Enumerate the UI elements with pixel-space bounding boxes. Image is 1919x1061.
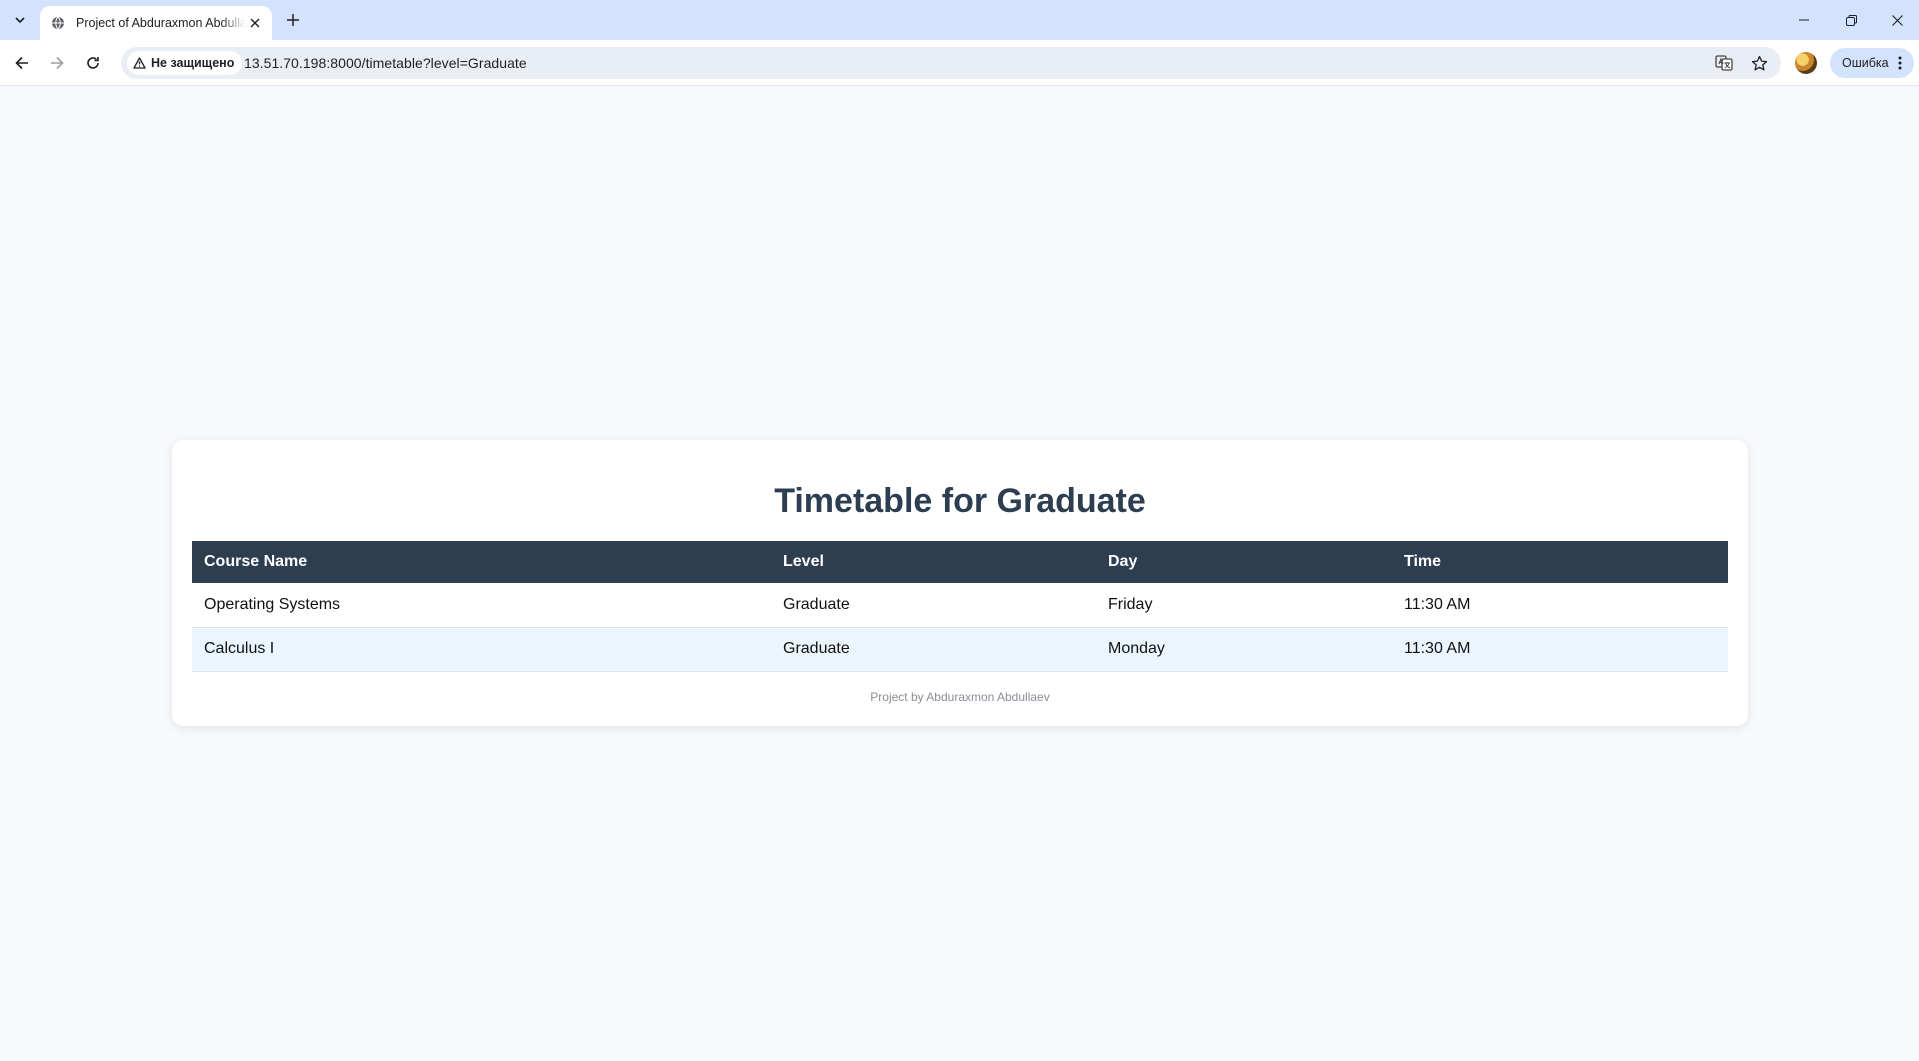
header-course-name: Course Name	[192, 541, 771, 583]
footer-credit: Project by Abduraxmon Abdullaev	[870, 690, 1050, 704]
plus-icon	[287, 14, 299, 26]
forward-button[interactable]	[43, 49, 71, 77]
extension-avatar[interactable]	[1795, 52, 1817, 74]
profile-label: Ошибка	[1842, 56, 1889, 70]
table-row: Calculus I Graduate Monday 11:30 AM	[192, 627, 1728, 672]
security-label: Не защищено	[151, 56, 235, 70]
kebab-menu-icon[interactable]	[1892, 55, 1908, 71]
profile-button[interactable]: Ошибка	[1830, 48, 1914, 78]
tab-search-button[interactable]	[6, 8, 34, 32]
translate-icon[interactable]	[1713, 52, 1735, 74]
window-close-button[interactable]	[1880, 6, 1914, 34]
restore-button[interactable]	[1834, 6, 1868, 34]
tab-title: Project of Abduraxmon Abdullaev	[76, 16, 246, 30]
timetable-table: Course Name Level Day Time Operating Sys…	[192, 541, 1728, 672]
cell-day: Monday	[1096, 627, 1392, 672]
page-title: Timetable for Graduate	[774, 482, 1146, 520]
timetable-card: Timetable for Graduate Course Name Level…	[172, 440, 1748, 726]
star-icon[interactable]	[1748, 52, 1770, 74]
table-header-row: Course Name Level Day Time	[192, 541, 1728, 583]
tab-search-icon	[15, 17, 25, 24]
cell-course-name: Operating Systems	[192, 583, 771, 628]
url-text[interactable]: 13.51.70.198:8000/timetable?level=Gradua…	[244, 55, 527, 71]
browser-toolbar: Не защищено 13.51.70.198:8000/timetable?…	[0, 40, 1919, 86]
window-close-icon	[1891, 14, 1903, 26]
address-bar[interactable]: Не защищено 13.51.70.198:8000/timetable?…	[121, 47, 1781, 79]
header-day: Day	[1096, 541, 1392, 583]
cell-time: 11:30 AM	[1392, 583, 1728, 628]
warning-triangle-icon	[133, 57, 146, 69]
reload-icon	[87, 57, 99, 69]
back-button[interactable]	[8, 49, 36, 77]
close-icon[interactable]	[246, 14, 264, 32]
cell-level: Graduate	[771, 583, 1096, 628]
cell-course-name: Calculus I	[192, 627, 771, 672]
header-time: Time	[1392, 541, 1728, 583]
cell-day: Friday	[1096, 583, 1392, 628]
reload-button[interactable]	[79, 49, 107, 77]
restore-icon	[1845, 14, 1857, 26]
security-chip[interactable]: Не защищено	[127, 51, 243, 75]
cell-level: Graduate	[771, 627, 1096, 672]
globe-icon	[50, 15, 66, 31]
minimize-button[interactable]	[1787, 6, 1821, 34]
browser-tab-active[interactable]: Project of Abduraxmon Abdullaev	[40, 6, 272, 40]
header-level: Level	[771, 541, 1096, 583]
forward-arrow-icon	[51, 56, 64, 70]
back-arrow-icon	[15, 56, 28, 70]
new-tab-button[interactable]	[281, 8, 305, 32]
table-row: Operating Systems Graduate Friday 11:30 …	[192, 583, 1728, 628]
minimize-icon	[1799, 19, 1809, 21]
cell-time: 11:30 AM	[1392, 627, 1728, 672]
tab-strip: Project of Abduraxmon Abdullaev	[0, 0, 1919, 40]
